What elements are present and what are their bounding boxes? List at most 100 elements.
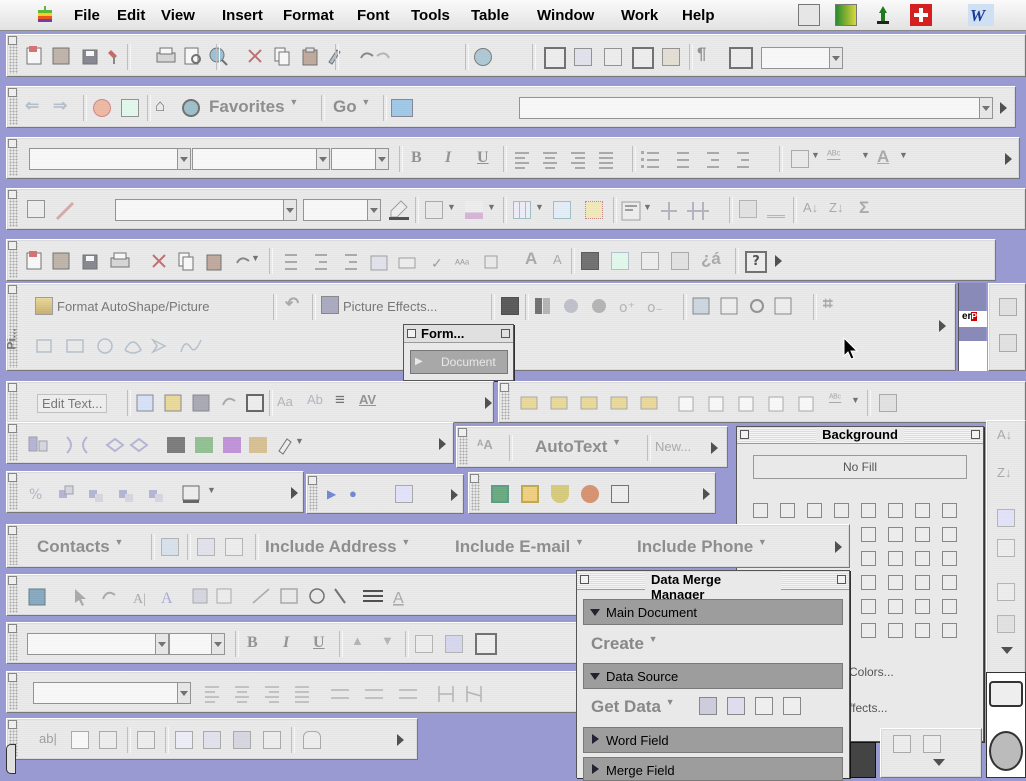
close-box[interactable]: [8, 526, 17, 535]
color-swatch[interactable]: [861, 551, 876, 566]
previous-page-icon[interactable]: [893, 735, 911, 753]
sort-ascending-icon[interactable]: A↓: [997, 427, 1012, 442]
same-letter-heights-icon[interactable]: Aa: [277, 394, 293, 409]
close-box[interactable]: [580, 575, 589, 584]
menu-view[interactable]: View: [161, 7, 195, 24]
tool-icon[interactable]: [395, 485, 413, 503]
refresh-icon[interactable]: [121, 99, 139, 117]
tables-borders-icon[interactable]: [544, 47, 566, 69]
form-palette-titlebar[interactable]: Form...: [404, 325, 513, 343]
close-box[interactable]: [8, 624, 17, 633]
reset-picture-icon[interactable]: ↶: [285, 294, 299, 314]
replace-icon[interactable]: [611, 252, 629, 270]
forward-arrow-icon[interactable]: ⇒: [53, 96, 67, 116]
fill-effects-button[interactable]: ffects...: [849, 701, 887, 715]
character-spacing-icon[interactable]: AV: [359, 392, 376, 407]
menu-table[interactable]: Table: [471, 7, 509, 24]
close-box[interactable]: [8, 241, 17, 250]
tool-icon[interactable]: [997, 615, 1015, 633]
color-swatch[interactable]: [861, 575, 876, 590]
color-swatch[interactable]: [915, 575, 930, 590]
record-icon[interactable]: ●: [349, 486, 357, 501]
font-dropdown-arrow[interactable]: [316, 148, 330, 170]
outside-border-dropdown-arrow[interactable]: ▼: [447, 202, 456, 212]
line-weight-dropdown-arrow[interactable]: [367, 199, 381, 221]
close-box[interactable]: [500, 383, 509, 392]
new-autotext-button[interactable]: New...: [655, 439, 691, 454]
color-swatch[interactable]: [888, 527, 903, 542]
menu-edit[interactable]: Edit: [117, 7, 145, 24]
tool-icon[interactable]: [997, 583, 1015, 601]
spelling-icon[interactable]: ᴬᴮᶜ: [829, 393, 841, 404]
toolbar-more-arrow[interactable]: [451, 489, 458, 501]
spelling-dropdown-arrow[interactable]: ▼: [851, 395, 860, 405]
format-picture-icon[interactable]: [35, 297, 53, 315]
first-aid-icon[interactable]: [910, 4, 932, 26]
tool-icon[interactable]: [879, 394, 897, 412]
size-field-2[interactable]: [169, 633, 211, 655]
create-button[interactable]: Create ▼: [591, 634, 658, 654]
sort-descending-icon[interactable]: Z↓: [829, 200, 843, 215]
close-box[interactable]: [8, 36, 17, 45]
sort-ascending-icon[interactable]: A↓: [803, 200, 818, 215]
style-field[interactable]: [29, 148, 177, 170]
collapsed-tab[interactable]: [6, 744, 16, 774]
apple-menu-icon[interactable]: [36, 6, 54, 24]
document-icon[interactable]: [641, 252, 659, 270]
shading-dropdown-arrow[interactable]: ▼: [487, 202, 496, 212]
insert-table-dropdown-arrow[interactable]: ▼: [535, 202, 544, 212]
close-box[interactable]: [8, 285, 17, 294]
toolbar-more-arrow[interactable]: [775, 255, 782, 267]
word-app-icon[interactable]: W: [968, 4, 994, 26]
next-page-icon[interactable]: [923, 735, 941, 753]
toolbar-more-arrow[interactable]: [397, 734, 404, 746]
close-box[interactable]: [308, 476, 317, 485]
shrink-font-icon[interactable]: A: [553, 252, 562, 267]
font-field[interactable]: [192, 148, 316, 170]
close-box[interactable]: [740, 430, 749, 439]
address-field[interactable]: [519, 97, 979, 119]
side-tool-icon[interactable]: [999, 334, 1017, 352]
italic-icon[interactable]: I: [283, 634, 289, 652]
toolbar-more-arrow[interactable]: [835, 541, 842, 553]
draw-table-icon[interactable]: [27, 200, 45, 218]
form-field-options-icon[interactable]: [137, 731, 155, 749]
color-swatch[interactable]: [888, 551, 903, 566]
toolbar-more-arrow[interactable]: [291, 487, 298, 499]
document-button[interactable]: ▶ Document: [410, 350, 508, 374]
back-arrow-icon[interactable]: ⇐: [25, 96, 39, 116]
go-button[interactable]: Go ▼: [333, 97, 370, 117]
paragraph-style-field[interactable]: [33, 682, 177, 704]
document-map-icon[interactable]: [662, 48, 680, 66]
menu-work[interactable]: Work: [621, 7, 658, 24]
toolbar-more-arrow[interactable]: [711, 442, 718, 454]
menu-file[interactable]: File: [74, 7, 100, 24]
zoom-box[interactable]: [837, 575, 846, 584]
menu-font[interactable]: Font: [357, 7, 389, 24]
underline-icon[interactable]: U: [313, 634, 325, 652]
highlight-dropdown-arrow[interactable]: ▼: [861, 150, 870, 160]
eraser-icon[interactable]: [55, 199, 79, 221]
color-swatch[interactable]: [888, 599, 903, 614]
format-icon[interactable]: [475, 633, 497, 655]
toolbar-more-arrow[interactable]: [1005, 153, 1012, 165]
contact-select-icon[interactable]: [225, 538, 243, 556]
line-style-field[interactable]: [115, 199, 283, 221]
close-box[interactable]: [8, 473, 17, 482]
close-box[interactable]: [8, 576, 17, 585]
edit-header-icon[interactable]: [755, 697, 773, 715]
color-swatch[interactable]: [915, 503, 930, 518]
web-toolbar-icon[interactable]: [474, 48, 492, 66]
show-only-web-toolbar-icon[interactable]: [391, 99, 413, 117]
color-swatch[interactable]: [915, 551, 930, 566]
notebook-icon[interactable]: [611, 485, 629, 503]
search-web-icon[interactable]: [182, 99, 200, 117]
close-box[interactable]: [8, 383, 17, 392]
style-field-2[interactable]: [27, 633, 155, 655]
drop-down-form-field-icon[interactable]: [99, 731, 117, 749]
style-dropdown-arrow-2[interactable]: [155, 633, 169, 655]
merge-docs-icon[interactable]: [671, 252, 689, 270]
split-cells-icon[interactable]: [585, 201, 603, 219]
font-color-icon[interactable]: A: [877, 147, 889, 167]
merge-field-section-header[interactable]: Merge Field: [583, 757, 843, 781]
